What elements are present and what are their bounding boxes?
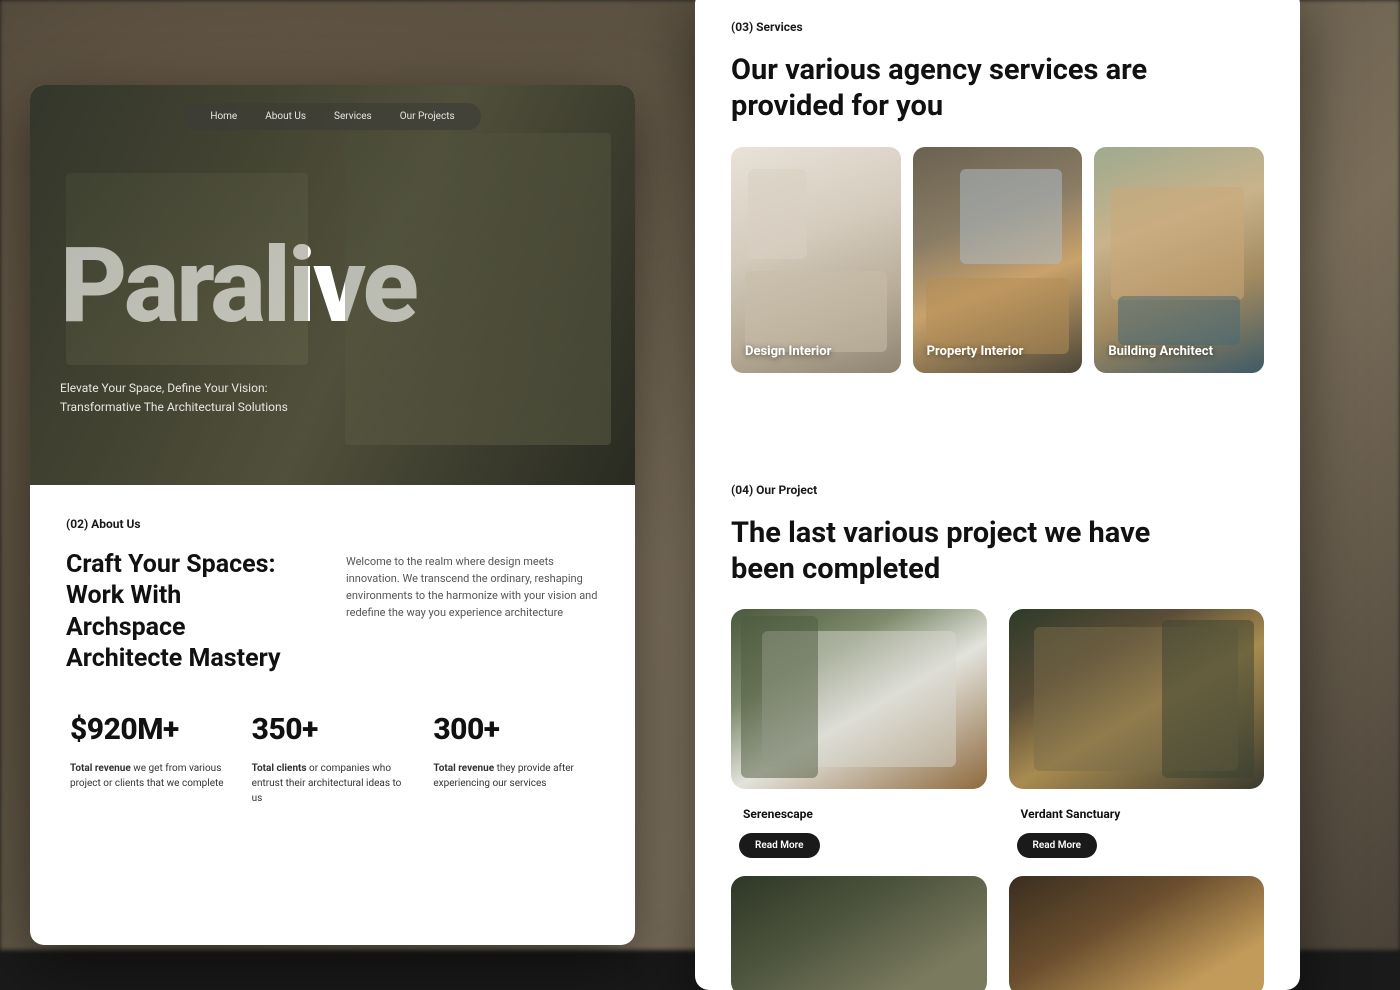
project-thumb[interactable] <box>1009 876 1265 990</box>
stat-desc: Total clients or companies who entrust t… <box>252 761 414 806</box>
project-card-verdant-sanctuary: Verdant Sanctuary Read More <box>1009 609 1265 990</box>
service-title: Property Interior <box>927 344 1024 359</box>
services-eyebrow: (03) Services <box>731 20 1264 34</box>
about-heading: Craft Your Spaces: Work With Archspace A… <box>66 549 306 674</box>
tagline-line-2: Transformative The Architectural Solutio… <box>60 398 360 417</box>
stat-value: $920M+ <box>70 712 232 747</box>
project-image[interactable] <box>731 609 987 789</box>
project-image[interactable] <box>1009 609 1265 789</box>
read-more-button[interactable]: Read More <box>739 833 820 858</box>
about-eyebrow: (02) About Us <box>66 517 599 531</box>
nav-about[interactable]: About Us <box>265 111 306 122</box>
services-section: (03) Services Our various agency service… <box>695 0 1300 393</box>
tagline-line-1: Elevate Your Space, Define Your Vision: <box>60 379 360 398</box>
about-section: (02) About Us Craft Your Spaces: Work Wi… <box>30 485 635 826</box>
landing-detail-panel: (03) Services Our various agency service… <box>695 0 1300 990</box>
service-title: Building Architect <box>1108 344 1213 359</box>
projects-section: (04) Our Project The last various projec… <box>695 393 1300 990</box>
stats-row: $920M+ Total revenue we get from various… <box>66 712 599 806</box>
stat-value: 300+ <box>433 712 595 747</box>
nav-projects[interactable]: Our Projects <box>400 111 455 122</box>
stat-desc: Total revenue they provide after experie… <box>433 761 595 791</box>
project-thumb[interactable] <box>731 876 987 990</box>
landing-hero-panel: Home About Us Services Our Projects Para… <box>30 85 635 945</box>
project-name: Serenescape <box>743 807 987 821</box>
hero-tagline: Elevate Your Space, Define Your Vision: … <box>60 379 360 417</box>
service-card-building-architect[interactable]: Building Architect <box>1094 147 1264 373</box>
nav-home[interactable]: Home <box>210 111 237 122</box>
stat-desc: Total revenue we get from various projec… <box>70 761 232 791</box>
stat-clients: 350+ Total clients or companies who entr… <box>252 712 414 806</box>
service-title: Design Interior <box>745 344 831 359</box>
nav: Home About Us Services Our Projects <box>60 103 605 130</box>
stat-reviews: 300+ Total revenue they provide after ex… <box>433 712 595 806</box>
service-card-design-interior[interactable]: Design Interior <box>731 147 901 373</box>
projects-heading: The last various project we have been co… <box>731 515 1221 588</box>
read-more-button[interactable]: Read More <box>1017 833 1098 858</box>
stat-revenue: $920M+ Total revenue we get from various… <box>70 712 232 806</box>
project-name: Verdant Sanctuary <box>1021 807 1265 821</box>
services-heading: Our various agency services are provided… <box>731 52 1221 125</box>
stat-value: 350+ <box>252 712 414 747</box>
nav-services[interactable]: Services <box>334 111 372 122</box>
about-lead: Welcome to the realm where design meets … <box>346 549 599 621</box>
project-card-serenescape: Serenescape Read More <box>731 609 987 990</box>
service-card-property-interior[interactable]: Property Interior <box>913 147 1083 373</box>
hero: Home About Us Services Our Projects Para… <box>30 85 635 485</box>
projects-eyebrow: (04) Our Project <box>731 483 1264 497</box>
